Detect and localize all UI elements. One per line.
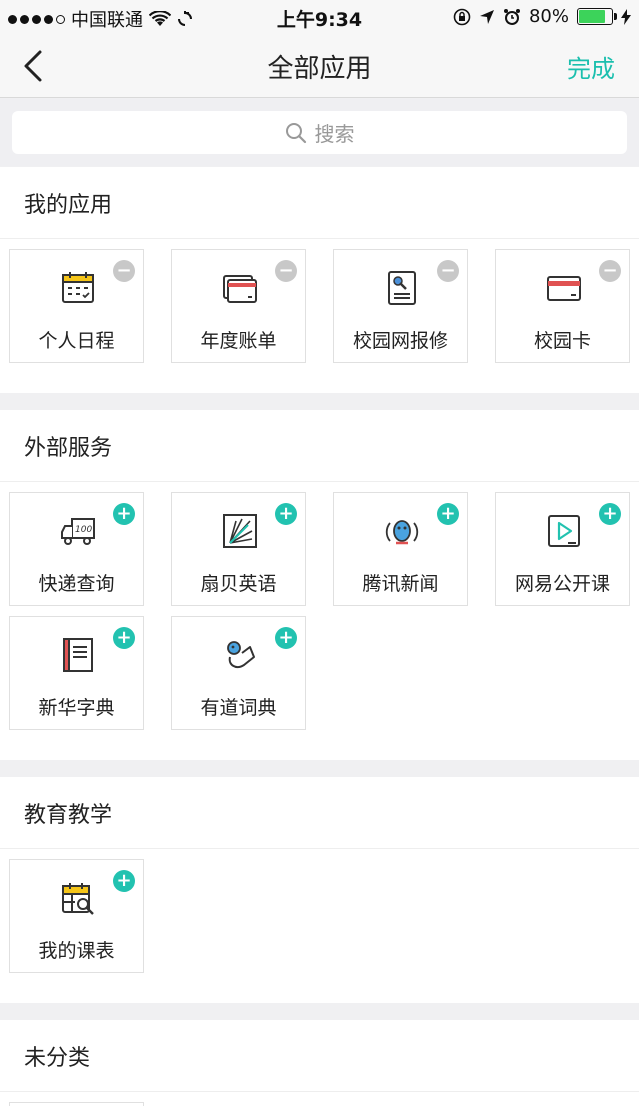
add-app-button[interactable]: + [113, 503, 135, 525]
app-tile-netease-open-course[interactable]: 网易公开课 + [495, 492, 630, 606]
remove-app-button[interactable]: − [599, 260, 621, 282]
section-external-services: 外部服务 100 快递查询 + 扇贝英语 + 腾讯新闻 + 网易公开课 + 新华… [0, 410, 639, 760]
navigation-bar: 全部应用 完成 [0, 32, 639, 98]
app-screen: { "status": {"carrier":"中国联通","time":"上午… [0, 0, 639, 1106]
add-app-button[interactable]: + [275, 503, 297, 525]
add-app-button[interactable]: + [113, 870, 135, 892]
app-tile-express-query[interactable]: 100 快递查询 + [9, 492, 144, 606]
shanbay-logo-icon [223, 514, 257, 548]
page-title: 全部应用 [267, 54, 372, 84]
app-tile-annual-bill[interactable]: 年度账单 − [171, 249, 306, 363]
delivery-truck-icon: 100 [61, 518, 95, 545]
section-uncategorized: 未分类 [0, 1020, 639, 1106]
add-app-button[interactable]: + [275, 627, 297, 649]
alarm-icon [503, 8, 520, 25]
card-icon [547, 276, 581, 301]
battery-icon [577, 8, 617, 25]
app-label: 网易公开课 [514, 573, 610, 595]
app-label: 个人日程 [38, 330, 115, 352]
status-right: 80% [453, 6, 631, 27]
repair-document-icon [388, 271, 416, 305]
app-label: 年度账单 [200, 330, 277, 352]
search-container: 搜索 [0, 99, 639, 166]
tencent-penguin-icon [385, 520, 419, 545]
orientation-lock-icon [453, 8, 471, 25]
app-tile-partial[interactable] [9, 1102, 144, 1106]
app-tile-youdao-dictionary[interactable]: 有道词典 + [171, 616, 306, 730]
search-input[interactable]: 搜索 [12, 111, 627, 154]
app-label: 扇贝英语 [200, 573, 277, 595]
app-tile-tencent-news[interactable]: 腾讯新闻 + [333, 492, 468, 606]
section-title: 未分类 [0, 1020, 639, 1092]
done-button[interactable]: 完成 [567, 49, 615, 84]
status-bar: 中国联通 上午9:34 80% [0, 0, 639, 32]
app-label: 校园卡 [533, 330, 591, 352]
battery-percent: 80% [528, 6, 569, 27]
chevron-left-icon [24, 50, 42, 82]
video-play-icon [548, 515, 580, 547]
section-title: 我的应用 [0, 167, 639, 239]
app-label: 腾讯新闻 [362, 573, 439, 595]
section-title: 教育教学 [0, 777, 639, 849]
charging-bolt-icon [621, 8, 631, 25]
app-tile-xinhua-dictionary[interactable]: 新华字典 + [9, 616, 144, 730]
youdao-logo-icon [227, 641, 255, 668]
app-tile-my-timetable[interactable]: 我的课表 + [9, 859, 144, 973]
app-label: 我的课表 [38, 940, 115, 962]
app-tile-campus-card[interactable]: 校园卡 − [495, 249, 630, 363]
bill-cards-icon [223, 275, 257, 303]
app-label: 有道词典 [200, 697, 277, 719]
app-tile-campus-network-repair[interactable]: 校园网报修 − [333, 249, 468, 363]
location-arrow-icon [479, 9, 494, 24]
app-label: 新华字典 [38, 697, 115, 719]
app-tile-personal-schedule[interactable]: 个人日程 − [9, 249, 144, 363]
timetable-search-icon [62, 883, 94, 915]
app-tile-shanbay-english[interactable]: 扇贝英语 + [171, 492, 306, 606]
search-placeholder: 搜索 [314, 122, 355, 146]
search-icon [285, 122, 306, 143]
app-label: 快递查询 [38, 573, 115, 595]
section-my-apps: 我的应用 个人日程 − 年度账单 − 校园网报修 − 校园卡 − [0, 167, 639, 393]
calendar-icon [62, 272, 94, 303]
back-button[interactable] [16, 46, 56, 86]
express-number-text: 100 [75, 525, 92, 535]
add-app-button[interactable]: + [437, 503, 459, 525]
book-icon [63, 638, 93, 672]
add-app-button[interactable]: + [599, 503, 621, 525]
app-label: 校园网报修 [352, 330, 448, 352]
add-app-button[interactable]: + [113, 627, 135, 649]
section-title: 外部服务 [0, 410, 639, 482]
section-education: 教育教学 我的课表 + [0, 777, 639, 1003]
remove-app-button[interactable]: − [275, 260, 297, 282]
remove-app-button[interactable]: − [113, 260, 135, 282]
remove-app-button[interactable]: − [437, 260, 459, 282]
